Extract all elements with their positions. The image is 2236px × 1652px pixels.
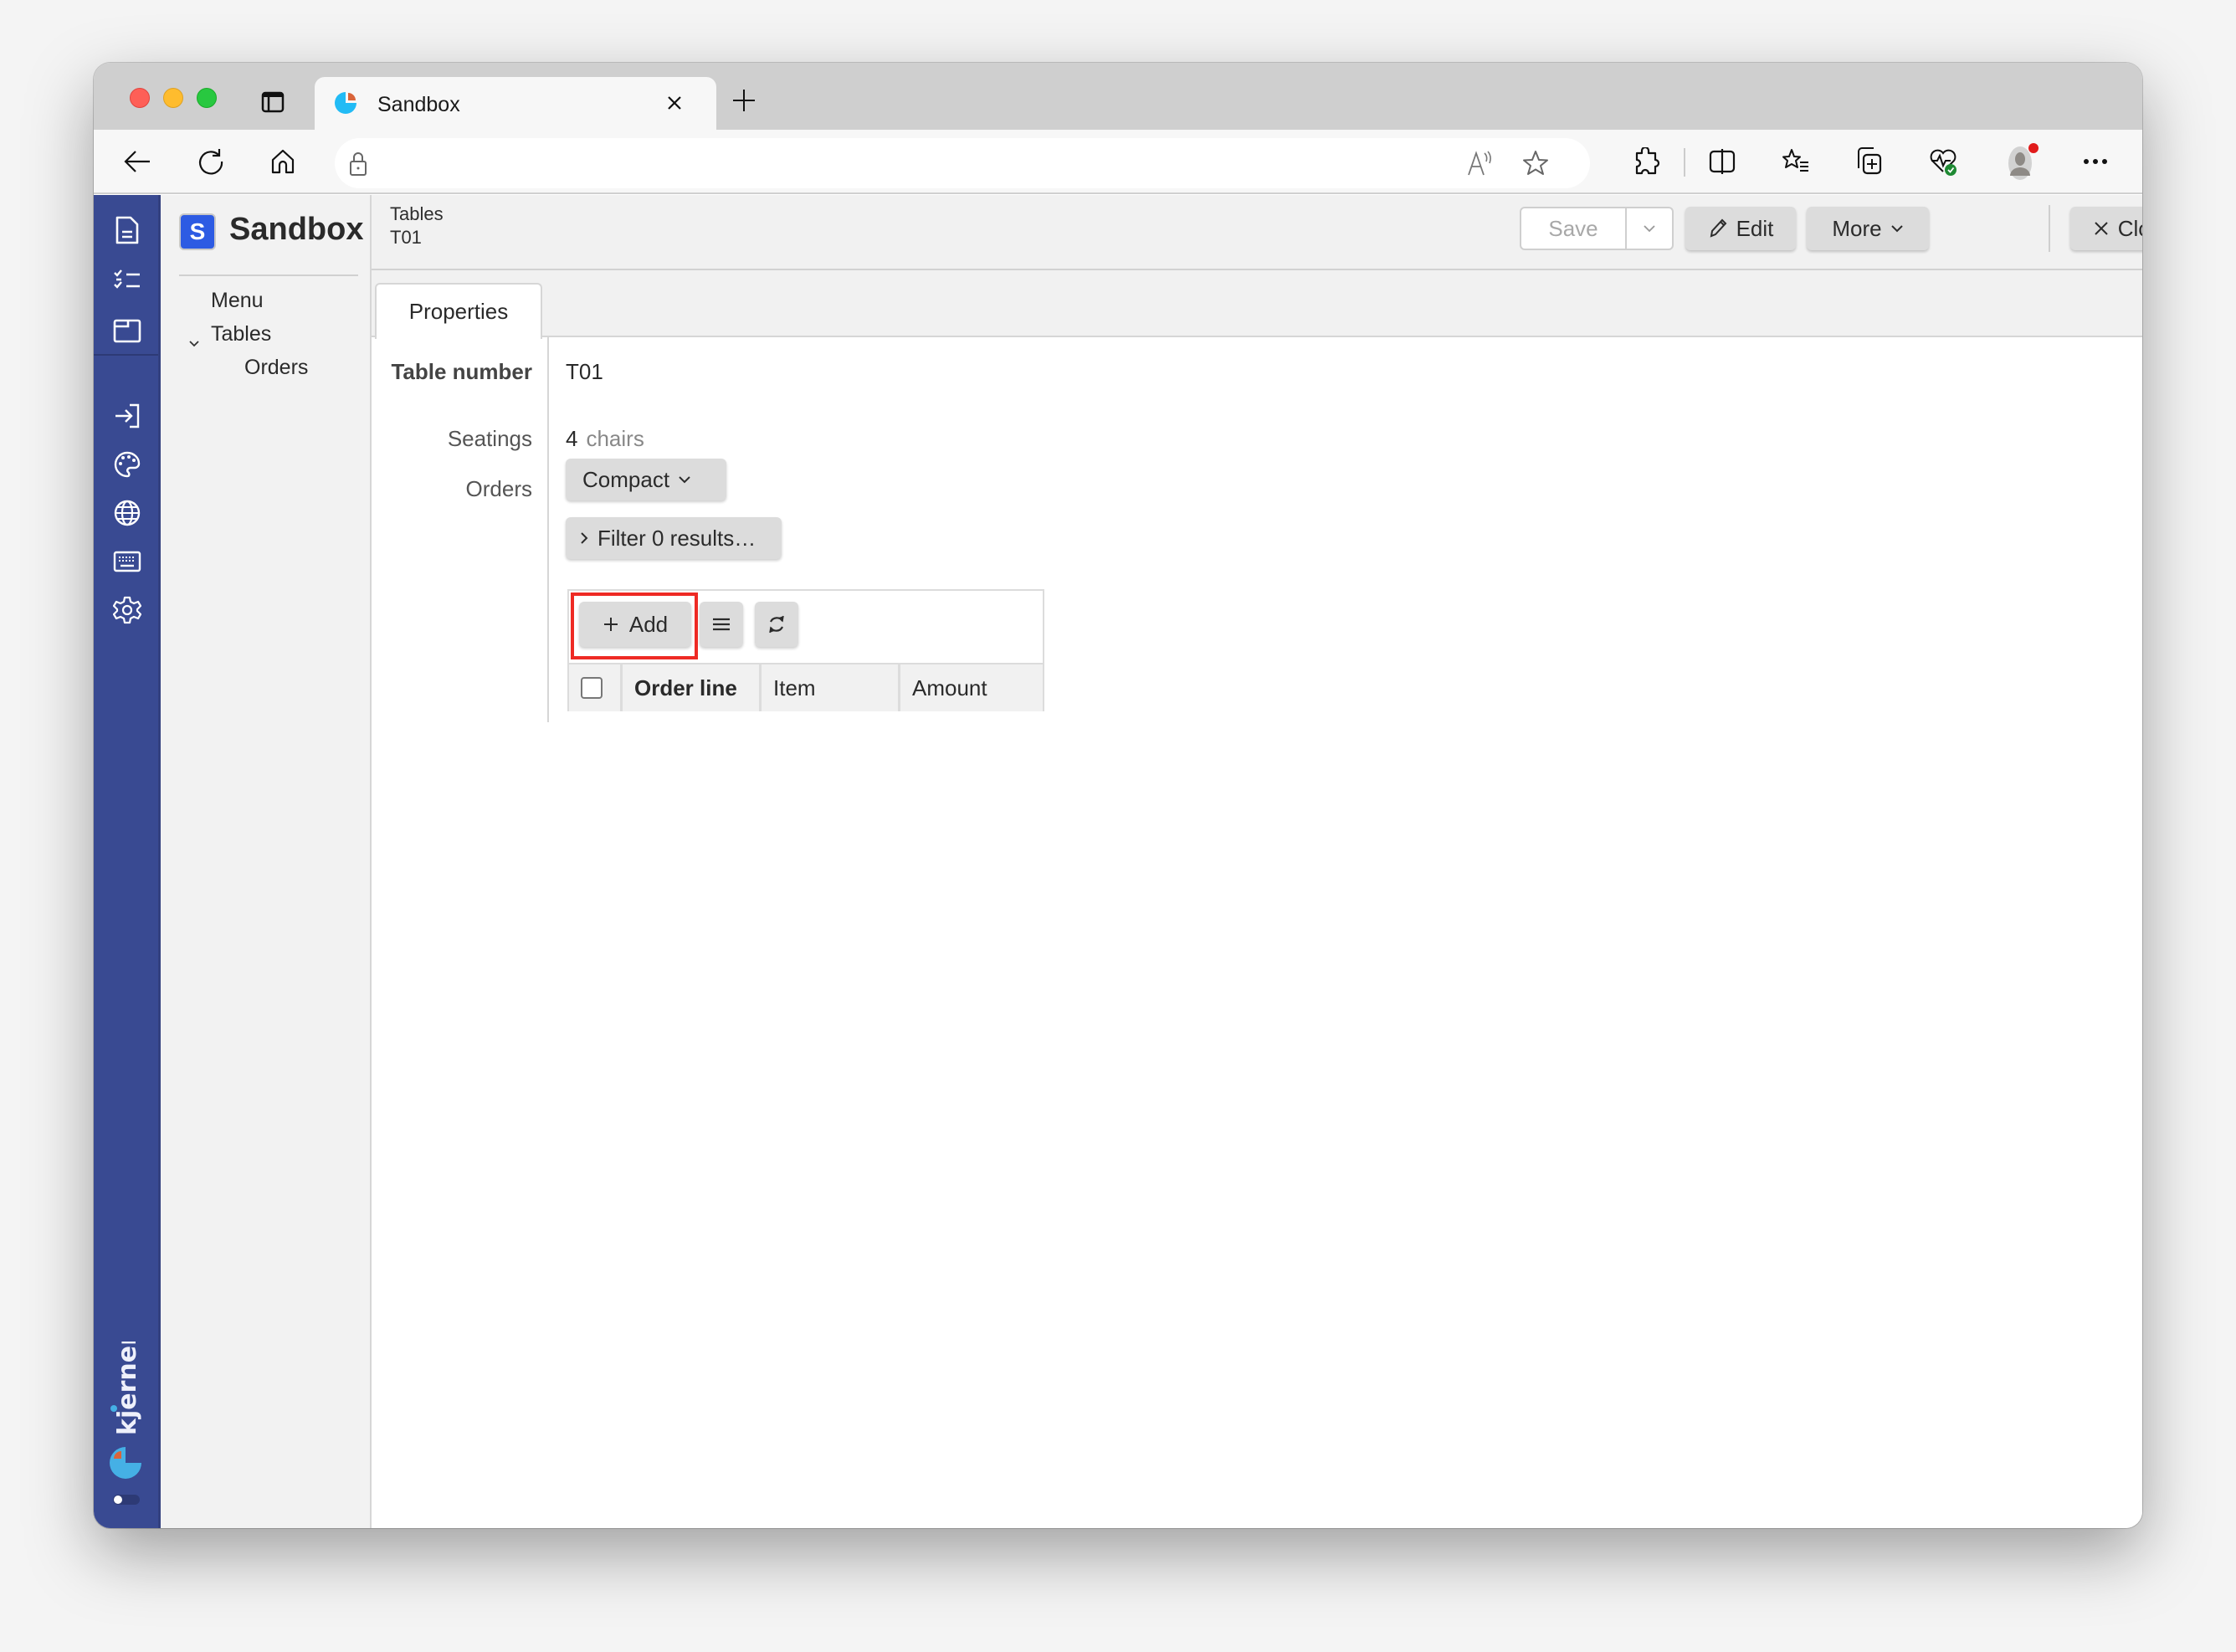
nav-item-menu[interactable]: Menu [211,289,264,313]
add-label: Add [628,611,669,637]
seatings-value: 4 chairs [566,426,644,452]
profile-avatar[interactable] [2003,143,2040,180]
breadcrumb-current: T01 [390,227,422,248]
table-number-value: T01 [566,359,603,384]
puzzle-icon[interactable] [1632,146,1662,177]
close-icon [2095,222,2108,235]
document-icon[interactable] [110,213,144,247]
nav-item-orders[interactable]: Orders [244,356,308,380]
edit-label: Edit [1736,215,1774,241]
more-label: More [1832,215,1882,241]
app-name: Sandbox [229,212,364,247]
new-tab-button[interactable] [731,88,756,113]
tab-properties[interactable]: Properties [375,283,542,339]
chevron-down-icon[interactable] [187,337,201,351]
sign-in-icon[interactable] [110,399,144,433]
palette-icon[interactable] [110,448,144,481]
gear-icon[interactable] [110,593,144,627]
ellipsis-icon[interactable] [2080,146,2110,177]
split-screen-icon[interactable] [1707,146,1737,177]
filter-toggle-button[interactable]: Filter 0 results… [566,517,782,559]
refresh-icon[interactable] [196,146,226,177]
seatings-unit: chairs [586,426,644,451]
hamburger-icon [713,618,730,631]
address-bar[interactable] [335,138,1590,188]
view-mode-dropdown[interactable]: Compact [566,459,726,500]
star-icon[interactable] [1521,149,1550,182]
close-label: Close [2117,215,2142,241]
globe-icon[interactable] [110,496,144,530]
chevron-down-icon [679,476,690,484]
browser-toolbar [94,130,2142,194]
refresh-icon [769,615,784,634]
refresh-button[interactable] [755,602,798,647]
add-button[interactable]: Add [579,602,691,647]
seatings-label: Seatings [447,426,532,451]
plus-icon [603,618,618,631]
kjerner-logo: kjerner [105,1333,147,1492]
properties-form: Table number T01 Seatings 4 chairs Orders… [372,337,2142,1528]
table-number-label: Table number [391,359,532,384]
app-content: kjerner S Sandbox Menu Tables Orders Tab… [94,195,2142,1528]
nav-item-tables[interactable]: Tables [211,322,271,346]
browser-tab[interactable]: Sandbox [315,77,716,130]
orders-grid: Add Order line Item Amount [567,589,1044,711]
nav-divider [179,274,358,276]
minimize-window-button[interactable] [163,88,183,108]
favorites-list-icon[interactable] [1781,146,1811,177]
tab-actions-icon[interactable] [261,90,285,114]
browser-window: Sandbox kjerner S Sandbox Menu Tables Or… [94,63,2142,1528]
header-separator [2049,205,2050,252]
column-header-order-line[interactable]: Order line [623,664,762,711]
back-arrow-icon[interactable] [122,146,152,177]
maximize-window-button[interactable] [197,88,217,108]
column-header-item[interactable]: Item [762,664,900,711]
grid-header-row: Order line Item Amount [569,663,1043,711]
select-all-cell [569,664,623,711]
keyboard-icon[interactable] [110,545,144,578]
column-menu-button[interactable] [700,602,743,647]
pencil-icon [1710,218,1726,238]
view-mode-value: Compact [582,466,670,492]
window-icon[interactable] [110,314,144,347]
tab-title: Sandbox [377,93,460,116]
heartbeat-icon[interactable] [1928,146,1958,177]
read-aloud-icon[interactable] [1466,150,1495,181]
orders-label: Orders [465,476,532,501]
icon-rail: kjerner [94,195,161,1528]
save-options-button[interactable] [1627,208,1672,249]
home-icon[interactable] [268,146,298,177]
edit-button[interactable]: Edit [1685,207,1796,250]
collections-icon[interactable] [1854,146,1885,177]
theme-toggle[interactable] [113,1495,140,1505]
nav-panel: S Sandbox Menu Tables Orders [161,195,372,1528]
chevron-right-icon [581,532,588,544]
close-window-button[interactable] [130,88,150,108]
breadcrumb-parent[interactable]: Tables [390,203,444,225]
select-all-checkbox[interactable] [581,677,603,699]
grid-toolbar: Add [569,591,1043,663]
save-button[interactable]: Save [1521,208,1627,249]
label-column-divider [547,337,549,722]
toolbar-separator [1684,148,1685,177]
form-tabs: Properties [372,270,2142,339]
favicon-icon [333,90,358,115]
close-tab-icon[interactable] [664,93,685,113]
chevron-down-icon [1890,225,1903,233]
app-logo: S [179,213,216,250]
save-split-button: Save [1520,207,1674,250]
rail-divider [94,354,158,356]
brand-text: kjerner [113,1342,142,1435]
page-header: Tables T01 Save Edit More Cl [372,195,2142,270]
column-header-amount[interactable]: Amount [900,664,1043,711]
checklist-icon[interactable] [110,264,144,297]
main-panel: Tables T01 Save Edit More Cl Properties … [372,195,2142,1528]
chevron-down-icon [1644,225,1655,233]
seatings-number: 4 [566,426,578,451]
more-button[interactable]: More [1807,207,1929,250]
filter-label: Filter 0 results… [597,525,756,551]
close-button[interactable]: Close [2070,207,2142,250]
tab-strip: Sandbox [94,63,2142,130]
lock-icon[interactable] [348,151,368,181]
